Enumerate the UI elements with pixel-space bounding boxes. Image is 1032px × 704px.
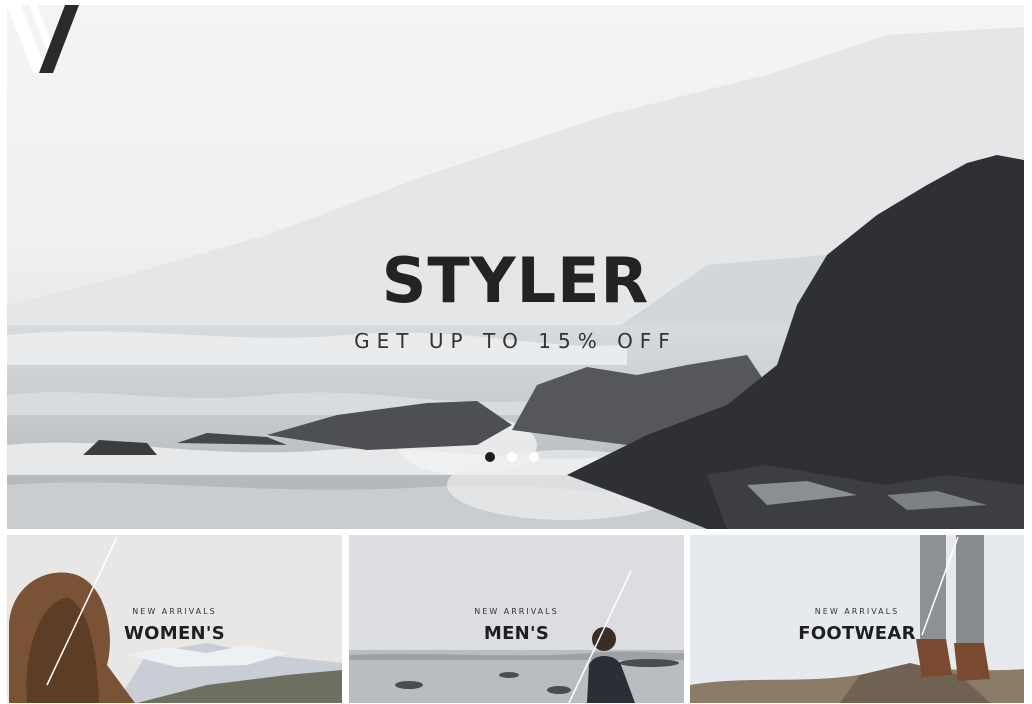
slider-dot-1[interactable]: [485, 452, 495, 462]
mens-category-image: [349, 535, 684, 703]
category-card-mens[interactable]: NEW ARRIVALS MEN'S: [349, 535, 684, 703]
footwear-title: FOOTWEAR: [798, 623, 916, 644]
hero-tagline: GET UP TO 15% OFF: [354, 329, 677, 353]
womens-eyebrow: NEW ARRIVALS: [132, 607, 217, 616]
category-card-womens[interactable]: NEW ARRIVALS WOMEN'S: [7, 535, 342, 703]
styler-v-logo-icon: [7, 5, 79, 73]
slider-dot-2[interactable]: [507, 452, 517, 462]
slider-dot-3[interactable]: [529, 452, 539, 462]
footwear-category-image: [690, 535, 1024, 703]
footwear-eyebrow: NEW ARRIVALS: [814, 607, 900, 616]
mens-title: MEN'S: [483, 623, 550, 644]
mens-eyebrow: NEW ARRIVALS: [474, 607, 559, 616]
womens-category-image: [7, 535, 342, 703]
brand-name: STYLER: [381, 244, 650, 317]
womens-title: WOMEN'S: [123, 623, 225, 644]
category-card-footwear[interactable]: NEW ARRIVALS FOOTWEAR: [690, 535, 1024, 703]
hero-banner: STYLER GET UP TO 15% OFF: [7, 5, 1024, 529]
slider-dots: [485, 452, 539, 462]
